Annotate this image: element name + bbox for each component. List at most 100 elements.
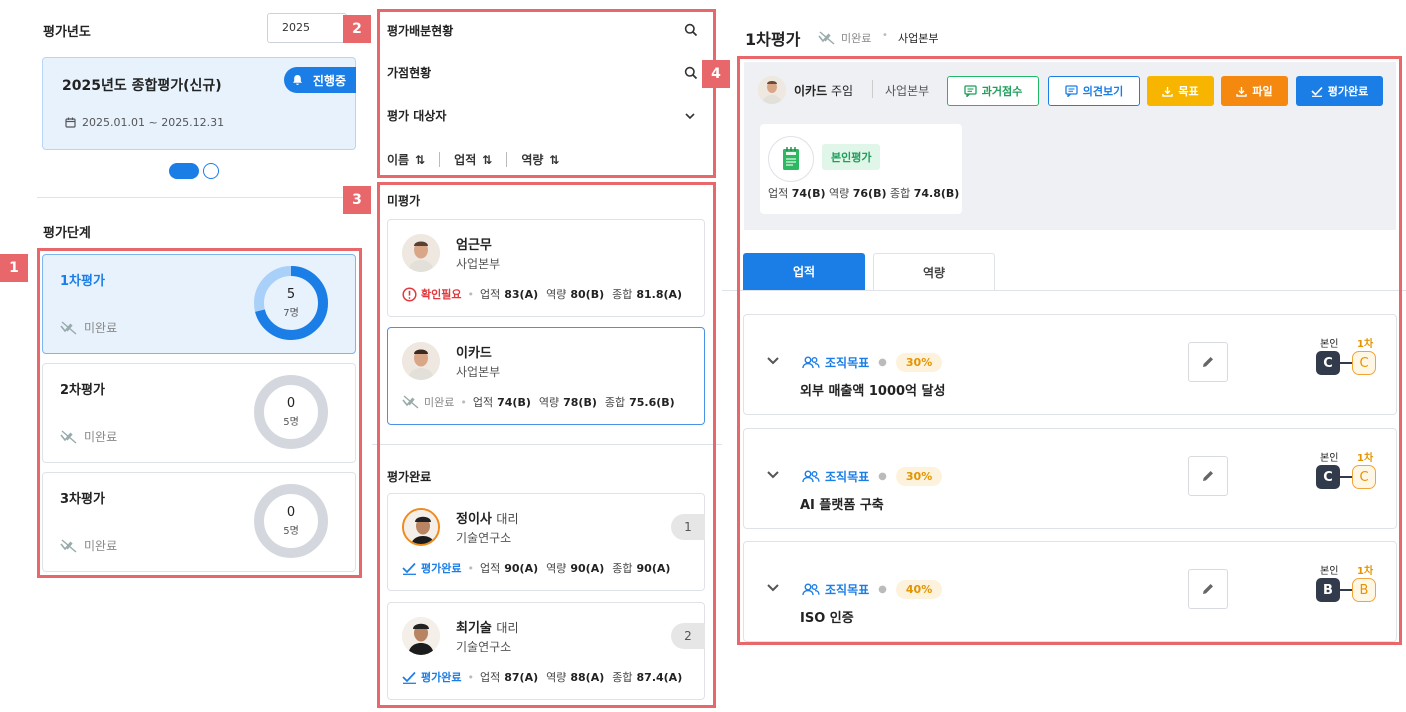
chevron-down-icon[interactable]: [684, 111, 696, 121]
pending-label: 미평가: [387, 194, 421, 208]
edit-button[interactable]: [1188, 342, 1228, 382]
chevron-down-icon[interactable]: [766, 469, 780, 481]
status-badge-label: 진행중: [312, 73, 346, 88]
goal-row[interactable]: 조직목표 ● 30% AI 플랫폼 구축 본인 1차 C C: [743, 428, 1397, 529]
chevron-down-icon[interactable]: [766, 355, 780, 367]
first-grade[interactable]: C: [1352, 351, 1376, 375]
file-download-button[interactable]: 파일: [1221, 76, 1288, 106]
self-eval-scores: 업적 74(B) 역량 76(B) 종합 74.8(B): [768, 187, 960, 200]
page-dept: 사업본부: [898, 32, 939, 45]
sort-icon: ⇅: [415, 152, 426, 167]
self-eval-tag: 본인평가: [822, 144, 881, 170]
person-dept: 기술연구소: [456, 531, 512, 545]
evaluatee-rank: 주임: [830, 84, 854, 98]
goal-row[interactable]: 조직목표 ● 40% ISO 인증 본인 1차 B B: [743, 541, 1397, 642]
carousel-dot[interactable]: [203, 163, 219, 179]
allocation-status-row[interactable]: 평가배분현황: [387, 22, 453, 39]
evaluatee-card[interactable]: 정이사 대리 기술연구소 평가완료 • 업적 90(A) 역량 90(A) 종합 90(…: [387, 493, 705, 591]
edit-button[interactable]: [1188, 456, 1228, 496]
stage-card[interactable]: 3차평가 미완료 0 5명: [42, 472, 356, 572]
self-eval-card[interactable]: 본인평가 업적 74(B) 역량 76(B) 종합 74.8(B): [760, 124, 962, 214]
stage-card[interactable]: 1차평가 미완료 5 7명: [42, 254, 356, 354]
chevron-down-icon[interactable]: [766, 582, 780, 594]
carousel-dots: [169, 163, 219, 179]
marker-3: 3: [343, 186, 371, 214]
marker-1: 1: [0, 254, 28, 282]
marker-2: 2: [343, 15, 371, 43]
divider: [506, 152, 508, 167]
edit-button[interactable]: [1188, 569, 1228, 609]
progress-text: 0 5명: [283, 396, 299, 428]
comment-icon: [1065, 85, 1078, 97]
sort-performance[interactable]: 업적 ⇅: [454, 151, 492, 168]
goal-weight: 30%: [895, 467, 943, 486]
goal-download-label: 목표: [1178, 85, 1199, 98]
avatar: [402, 508, 440, 546]
past-scores-label: 과거점수: [981, 85, 1023, 98]
goal-type: 조직목표 ● 30%: [802, 353, 943, 372]
complete-evaluation-label: 평가완료: [1327, 85, 1369, 98]
year-select[interactable]: 2025: [267, 13, 347, 43]
file-download-label: 파일: [1252, 85, 1273, 98]
alert-icon: [402, 286, 417, 302]
users-icon: [802, 583, 820, 596]
evaluatee-card[interactable]: 엄근무 사업본부 확인필요 • 업적 83(A) 역량 80(B) 종합 81.8(A): [387, 219, 705, 317]
users-icon: [802, 470, 820, 483]
view-opinion-button[interactable]: 의견보기: [1048, 76, 1140, 106]
calendar-icon: [65, 117, 76, 128]
first-grade[interactable]: B: [1352, 578, 1376, 602]
grade-connector: [1340, 362, 1352, 364]
sort-competency-label: 역량: [521, 153, 544, 167]
tab-performance[interactable]: 업적: [743, 253, 865, 290]
tab-competency[interactable]: 역량: [873, 253, 995, 290]
self-grade: C: [1316, 465, 1340, 489]
plan-card[interactable]: 2025년도 종합평가(신규) 진행중 2025.01.01 ~ 2025.12…: [42, 57, 356, 150]
person-scores: 평가완료 • 업적 90(A) 역량 90(A) 종합 90(A): [402, 560, 670, 576]
goal-weight: 30%: [895, 353, 943, 372]
person-status: 미완료: [424, 396, 455, 409]
sort-name[interactable]: 이름 ⇅: [387, 151, 425, 168]
evaluatee-card[interactable]: 이카드 사업본부 미완료 • 업적 74(B) 역량 78(B) 종합 75.6(B): [387, 327, 705, 425]
page-status: 미완료: [818, 30, 871, 46]
progress-text: 5 7명: [283, 287, 299, 319]
evaluatee-card[interactable]: 최기술 대리 기술연구소 평가완료 • 업적 87(A) 역량 88(A) 종합 87.…: [387, 602, 705, 700]
check-icon: [402, 671, 416, 684]
view-opinion-label: 의견보기: [1082, 85, 1124, 98]
stage-status: 미완료: [60, 319, 117, 336]
marker-4: 4: [702, 60, 730, 88]
carousel-dot-active[interactable]: [169, 163, 199, 179]
evaluatee-dept: 사업본부: [885, 84, 930, 98]
goal-row[interactable]: 조직목표 ● 30% 외부 매출액 1000억 달성 본인 1차 C C: [743, 314, 1397, 415]
first-grade[interactable]: C: [1352, 465, 1376, 489]
search-icon[interactable]: [684, 66, 698, 80]
sort-competency[interactable]: 역량 ⇅: [521, 151, 559, 168]
target-filter-row[interactable]: 평가 대상자: [387, 107, 446, 124]
grade-label-self: 본인: [1320, 566, 1339, 577]
self-grade: C: [1316, 351, 1340, 375]
stage-label: 평가단계: [43, 226, 91, 241]
bonus-status-row[interactable]: 가점현황: [387, 64, 431, 81]
goal-title: AI 플랫폼 구축: [800, 498, 884, 513]
person-name: 최기술 대리: [456, 621, 519, 636]
person-rank: 대리: [496, 621, 519, 635]
person-rank: 대리: [496, 512, 519, 526]
person-name: 이카드: [456, 346, 492, 361]
past-scores-button[interactable]: 과거점수: [947, 76, 1039, 106]
goal-download-button[interactable]: 목표: [1147, 76, 1214, 106]
grade-label-first: 1차: [1357, 453, 1374, 464]
search-icon[interactable]: [684, 23, 698, 37]
not-done-icon: [60, 429, 77, 444]
grade-label-self: 본인: [1320, 453, 1339, 464]
status-badge: 진행중: [283, 67, 356, 93]
goal-title: ISO 인증: [800, 611, 854, 626]
complete-evaluation-button[interactable]: 평가완료: [1296, 76, 1383, 106]
stage-title: 3차평가: [60, 492, 105, 507]
stage-title: 2차평가: [60, 383, 105, 398]
notebook-icon: [768, 136, 814, 182]
not-done-icon: [60, 538, 77, 553]
stage-card[interactable]: 2차평가 미완료 0 5명: [42, 363, 356, 463]
not-done-icon: [402, 395, 419, 409]
not-done-icon: [60, 320, 77, 335]
grade-label-first: 1차: [1357, 339, 1374, 350]
rank-order: 2: [671, 623, 705, 649]
